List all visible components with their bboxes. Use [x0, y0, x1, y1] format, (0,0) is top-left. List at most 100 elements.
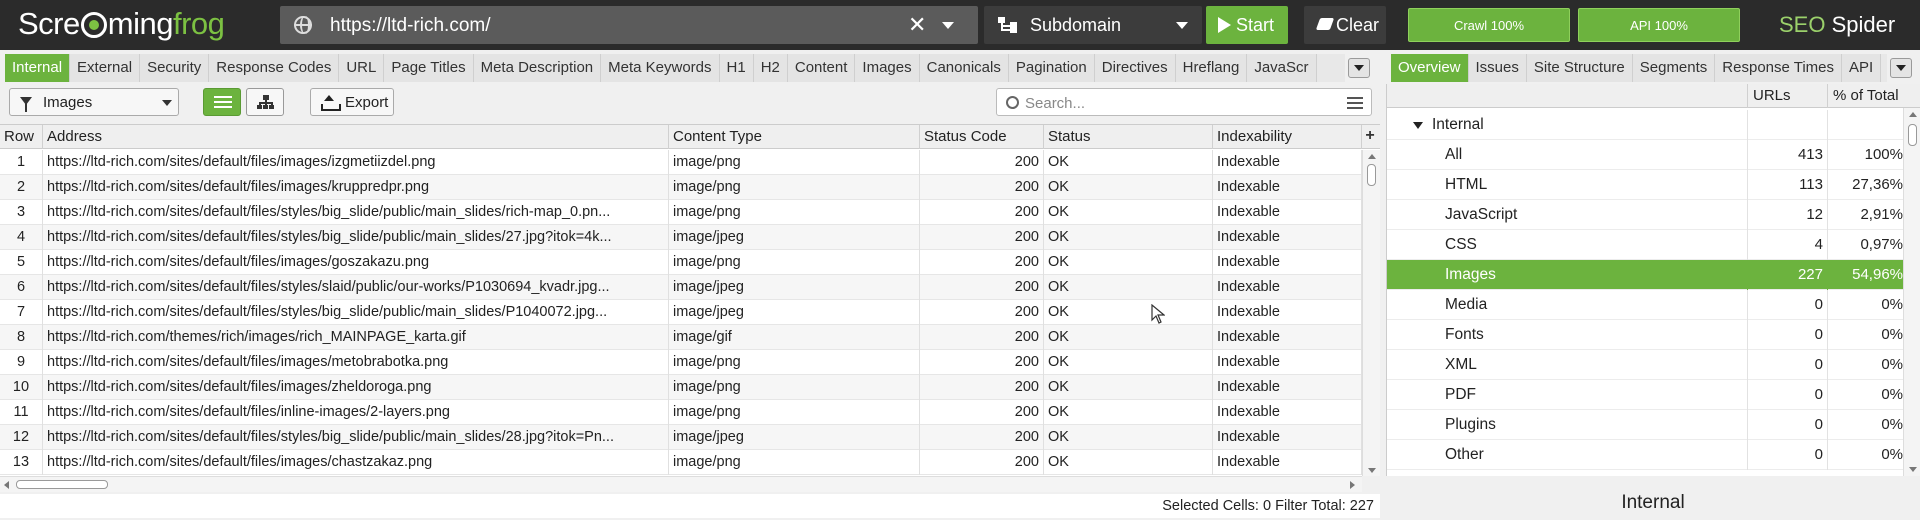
tab-canonicals[interactable]: Canonicals	[919, 54, 1009, 82]
add-column-button[interactable]: +	[1362, 128, 1378, 145]
table-row[interactable]: 12 https://ltd-rich.com/sites/default/fil…	[0, 425, 1362, 450]
tree-view-button[interactable]	[246, 88, 284, 116]
clear-url-icon[interactable]: ✕	[908, 12, 926, 38]
address-cell[interactable]: https://ltd-rich.com/sites/default/files…	[43, 400, 669, 425]
status-code-cell[interactable]: 200	[920, 425, 1044, 450]
tab-content[interactable]: Content	[787, 54, 856, 82]
row-number-cell[interactable]: 9	[0, 350, 43, 375]
status-cell[interactable]: OK	[1044, 175, 1213, 200]
scroll-down-icon[interactable]	[1909, 467, 1917, 472]
row-number-cell[interactable]: 12	[0, 425, 43, 450]
tab-images[interactable]: Images	[855, 54, 920, 82]
indexability-cell[interactable]: Indexable	[1213, 150, 1362, 175]
tab-segments[interactable]: Segments	[1632, 54, 1716, 82]
overview-item-pdf[interactable]: PDF 0 0%	[1387, 380, 1903, 410]
crawl-mode-select[interactable]: Subdomain	[984, 6, 1202, 44]
row-number-cell[interactable]: 11	[0, 400, 43, 425]
indexability-cell[interactable]: Indexable	[1213, 200, 1362, 225]
address-cell[interactable]: https://ltd-rich.com/sites/default/files…	[43, 275, 669, 300]
address-cell[interactable]: https://ltd-rich.com/sites/default/files…	[43, 350, 669, 375]
row-number-cell[interactable]: 1	[0, 150, 43, 175]
content-type-cell[interactable]: image/gif	[669, 325, 920, 350]
content-type-cell[interactable]: image/png	[669, 450, 920, 475]
status-code-cell[interactable]: 200	[920, 350, 1044, 375]
content-type-cell[interactable]: image/png	[669, 250, 920, 275]
address-cell[interactable]: https://ltd-rich.com/sites/default/files…	[43, 150, 669, 175]
status-cell[interactable]: OK	[1044, 275, 1213, 300]
table-row[interactable]: 10 https://ltd-rich.com/sites/default/fil…	[0, 375, 1362, 400]
indexability-cell[interactable]: Indexable	[1213, 425, 1362, 450]
address-cell[interactable]: https://ltd-rich.com/sites/default/files…	[43, 425, 669, 450]
row-number-cell[interactable]: 10	[0, 375, 43, 400]
export-button[interactable]: Export	[310, 88, 394, 116]
content-type-cell[interactable]: image/png	[669, 175, 920, 200]
tab-h1[interactable]: H1	[719, 54, 754, 82]
status-cell[interactable]: OK	[1044, 425, 1213, 450]
address-cell[interactable]: https://ltd-rich.com/sites/default/files…	[43, 375, 669, 400]
search-options-icon[interactable]	[1347, 96, 1363, 110]
tab-hreflang[interactable]: Hreflang	[1175, 54, 1248, 82]
list-view-button[interactable]	[203, 88, 241, 116]
indexability-cell[interactable]: Indexable	[1213, 350, 1362, 375]
overview-item-media[interactable]: Media 0 0%	[1387, 290, 1903, 320]
address-cell[interactable]: https://ltd-rich.com/sites/default/files…	[43, 450, 669, 475]
overview-item-plugins[interactable]: Plugins 0 0%	[1387, 410, 1903, 440]
indexability-cell[interactable]: Indexable	[1213, 225, 1362, 250]
table-row[interactable]: 4 https://ltd-rich.com/sites/default/file…	[0, 225, 1362, 250]
column-header-status-code[interactable]: Status Code	[920, 125, 1044, 149]
column-header-indexability[interactable]: Indexability	[1213, 125, 1362, 149]
status-cell[interactable]: OK	[1044, 250, 1213, 275]
search-box[interactable]	[996, 88, 1372, 116]
row-number-cell[interactable]: 2	[0, 175, 43, 200]
search-input[interactable]	[1025, 93, 1315, 113]
url-input[interactable]: https://ltd-rich.com/	[330, 15, 491, 37]
tab-pagination[interactable]: Pagination	[1008, 54, 1095, 82]
tab-issues[interactable]: Issues	[1468, 54, 1527, 82]
status-code-cell[interactable]: 200	[920, 225, 1044, 250]
indexability-cell[interactable]: Indexable	[1213, 175, 1362, 200]
right-tabs-more-button[interactable]	[1890, 58, 1912, 78]
overview-item-images[interactable]: Images 227 54,96%	[1387, 260, 1903, 290]
table-row[interactable]: 6 https://ltd-rich.com/sites/default/file…	[0, 275, 1362, 300]
status-code-cell[interactable]: 200	[920, 150, 1044, 175]
content-type-cell[interactable]: image/jpeg	[669, 425, 920, 450]
filter-dropdown[interactable]: Images	[9, 88, 179, 116]
status-code-cell[interactable]: 200	[920, 275, 1044, 300]
tab-security[interactable]: Security	[140, 54, 210, 82]
row-number-cell[interactable]: 3	[0, 200, 43, 225]
status-code-cell[interactable]: 200	[920, 450, 1044, 475]
status-cell[interactable]: OK	[1044, 225, 1213, 250]
overview-item-html[interactable]: HTML 113 27,36%	[1387, 170, 1903, 200]
address-cell[interactable]: https://ltd-rich.com/sites/default/files…	[43, 200, 669, 225]
row-number-cell[interactable]: 5	[0, 250, 43, 275]
table-row[interactable]: 2 https://ltd-rich.com/sites/default/file…	[0, 175, 1362, 200]
scroll-up-icon[interactable]	[1909, 112, 1917, 117]
row-number-cell[interactable]: 13	[0, 450, 43, 475]
tab-javascr[interactable]: JavaScr	[1247, 54, 1317, 82]
scrollbar-thumb[interactable]	[1908, 124, 1917, 146]
table-row[interactable]: 13 https://ltd-rich.com/sites/default/fil…	[0, 450, 1362, 475]
table-row[interactable]: 3 https://ltd-rich.com/sites/default/file…	[0, 200, 1362, 225]
content-type-cell[interactable]: image/jpeg	[669, 225, 920, 250]
status-cell[interactable]: OK	[1044, 450, 1213, 475]
content-type-cell[interactable]: image/jpeg	[669, 300, 920, 325]
status-cell[interactable]: OK	[1044, 200, 1213, 225]
status-code-cell[interactable]: 200	[920, 400, 1044, 425]
start-button[interactable]: Start	[1206, 6, 1288, 44]
table-row[interactable]: 11 https://ltd-rich.com/sites/default/fil…	[0, 400, 1362, 425]
status-cell[interactable]: OK	[1044, 325, 1213, 350]
url-input-box[interactable]: https://ltd-rich.com/ ✕	[280, 6, 978, 44]
table-row[interactable]: 9 https://ltd-rich.com/sites/default/file…	[0, 350, 1362, 375]
scrollbar-thumb[interactable]	[1367, 164, 1376, 186]
tab-page-titles[interactable]: Page Titles	[384, 54, 474, 82]
status-code-cell[interactable]: 200	[920, 250, 1044, 275]
row-number-cell[interactable]: 7	[0, 300, 43, 325]
scroll-left-icon[interactable]	[4, 481, 9, 489]
left-tabs-more-button[interactable]	[1348, 58, 1370, 78]
indexability-cell[interactable]: Indexable	[1213, 250, 1362, 275]
overview-item-all[interactable]: All 413 100%	[1387, 140, 1903, 170]
scroll-up-icon[interactable]	[1368, 154, 1376, 159]
overview-item-other[interactable]: Other 0 0%	[1387, 440, 1903, 470]
address-cell[interactable]: https://ltd-rich.com/sites/default/files…	[43, 250, 669, 275]
column-header-address[interactable]: Address	[43, 125, 669, 149]
